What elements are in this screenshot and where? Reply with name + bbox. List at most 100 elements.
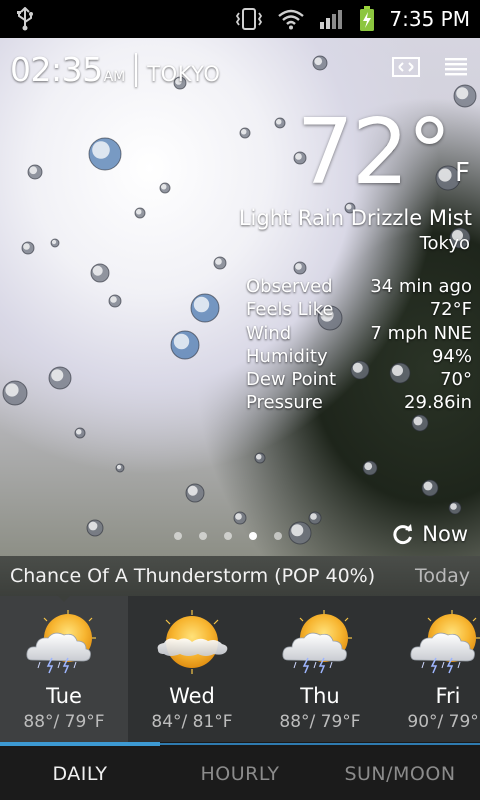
- raindrop: [185, 483, 205, 503]
- tab-sun-moon[interactable]: SUN/MOON: [320, 748, 480, 800]
- clock-city: TOKYO: [147, 62, 221, 86]
- detail-label: Observed: [246, 276, 333, 297]
- partly-cloudy-icon: [152, 610, 232, 674]
- refresh-label: Now: [422, 522, 468, 546]
- summary-pointer: [56, 594, 72, 602]
- bottom-tabs: DAILY HOURLY SUN/MOON: [0, 748, 480, 800]
- clock-time: 02:35: [10, 50, 103, 89]
- status-bar: 7:35 PM: [0, 0, 480, 38]
- current-temperature: 72°: [296, 100, 452, 205]
- raindrop: [86, 519, 104, 537]
- raindrop: [134, 207, 146, 219]
- status-time: 7:35 PM: [389, 7, 470, 31]
- forecast-temps: 90°/ 79°F: [407, 712, 480, 732]
- local-clock: 02:35 AM TOKYO: [10, 50, 220, 89]
- raindrop: [362, 460, 378, 476]
- raindrop: [312, 55, 328, 71]
- raindrop: [274, 117, 286, 129]
- raindrop: [239, 127, 251, 139]
- forecast-day-name: Wed: [169, 684, 215, 708]
- raindrop: [90, 263, 110, 283]
- page-indicator[interactable]: [174, 532, 282, 540]
- raindrop: [74, 427, 86, 439]
- clock-divider: [135, 52, 138, 87]
- thunderstorm-icon: [24, 610, 104, 674]
- page-dot[interactable]: [174, 532, 182, 540]
- raindrop: [115, 463, 125, 473]
- raindrop: [159, 182, 171, 194]
- thunderstorm-icon: [408, 610, 480, 674]
- summary-text: Chance Of A Thunderstorm (POP 40%): [10, 565, 376, 587]
- weather-details: Observed 34 min ago Feels Like 72°F Wind 7 …: [246, 276, 472, 416]
- raindrop: [308, 511, 322, 525]
- raindrop: [233, 511, 247, 525]
- refresh-button[interactable]: Now: [392, 522, 468, 546]
- tab-hourly[interactable]: HOURLY: [160, 748, 320, 800]
- vibrate-icon: [236, 8, 263, 30]
- forecast-temps: 88°/ 79°F: [279, 712, 361, 732]
- raindrop: [213, 256, 227, 270]
- tab-indicator-track: [160, 743, 480, 745]
- battery-charging-icon: [360, 6, 375, 31]
- detail-label: Humidity: [246, 345, 328, 367]
- raindrop: [411, 414, 429, 432]
- thunderstorm-icon: [280, 610, 360, 674]
- daily-forecast-strip[interactable]: Tue 88°/ 79°F Wed 84°/ 81°F Thu 88°/ 79°…: [0, 596, 480, 742]
- detail-value: 70°: [440, 369, 472, 391]
- raindrop: [2, 380, 28, 406]
- summary-day: Today: [415, 565, 470, 587]
- forecast-day[interactable]: Thu 88°/ 79°F: [256, 596, 384, 742]
- raindrop: [190, 293, 220, 323]
- page-dot[interactable]: [199, 532, 207, 540]
- signal-icon: [320, 10, 343, 29]
- forecast-day[interactable]: Tue 88°/ 79°F: [0, 596, 128, 742]
- tab-daily[interactable]: DAILY: [0, 748, 160, 800]
- forecast-day[interactable]: Wed 84°/ 81°F: [128, 596, 256, 742]
- raindrop: [27, 164, 43, 180]
- detail-value: 34 min ago: [370, 276, 472, 297]
- raindrop: [453, 84, 477, 108]
- forecast-day[interactable]: Fri 90°/ 79°F: [384, 596, 480, 742]
- raindrop: [170, 330, 200, 360]
- raindrop: [293, 261, 307, 275]
- raindrop: [108, 294, 122, 308]
- location-name: Tokyo: [419, 233, 470, 254]
- detail-label: Wind: [246, 322, 292, 344]
- detail-value: 72°F: [429, 299, 472, 321]
- detail-value: 7 mph NNE: [370, 322, 472, 344]
- detail-row: Feels Like 72°F: [246, 299, 472, 322]
- detail-row: Observed 34 min ago: [246, 276, 472, 299]
- raindrop: [448, 501, 462, 515]
- forecast-temps: 88°/ 79°F: [23, 712, 105, 732]
- raindrop: [421, 479, 439, 497]
- detail-row: Humidity 94%: [246, 346, 472, 369]
- raindrop: [254, 452, 266, 464]
- temperature-unit[interactable]: F: [455, 158, 470, 188]
- detail-row: Pressure 29.86in: [246, 392, 472, 415]
- fullscreen-icon[interactable]: [392, 56, 420, 78]
- forecast-temps: 84°/ 81°F: [151, 712, 233, 732]
- detail-label: Feels Like: [246, 299, 334, 321]
- menu-icon[interactable]: [442, 56, 470, 78]
- clock-ampm: AM: [103, 69, 126, 85]
- forecast-day-name: Thu: [300, 684, 340, 708]
- page-dot[interactable]: [274, 532, 282, 540]
- current-conditions-panel[interactable]: 02:35 AM TOKYO 72° F Light Rain Drizzle …: [0, 38, 480, 556]
- tab-indicator-active: [0, 742, 160, 746]
- raindrop: [88, 137, 122, 171]
- forecast-summary[interactable]: Chance Of A Thunderstorm (POP 40%) Today: [0, 556, 480, 596]
- forecast-day-name: Tue: [46, 684, 82, 708]
- detail-value: 94%: [431, 345, 472, 367]
- detail-label: Pressure: [246, 392, 323, 414]
- detail-label: Dew Point: [246, 369, 337, 391]
- detail-row: Dew Point 70°: [246, 369, 472, 392]
- wifi-icon: [278, 9, 305, 30]
- raindrop: [21, 241, 35, 255]
- detail-value: 29.86in: [404, 392, 472, 414]
- detail-row: Wind 7 mph NNE: [246, 323, 472, 346]
- raindrop: [50, 238, 60, 248]
- page-dot[interactable]: [224, 532, 232, 540]
- page-dot[interactable]: [249, 532, 257, 540]
- forecast-day-name: Fri: [435, 684, 461, 708]
- refresh-icon: [393, 524, 413, 545]
